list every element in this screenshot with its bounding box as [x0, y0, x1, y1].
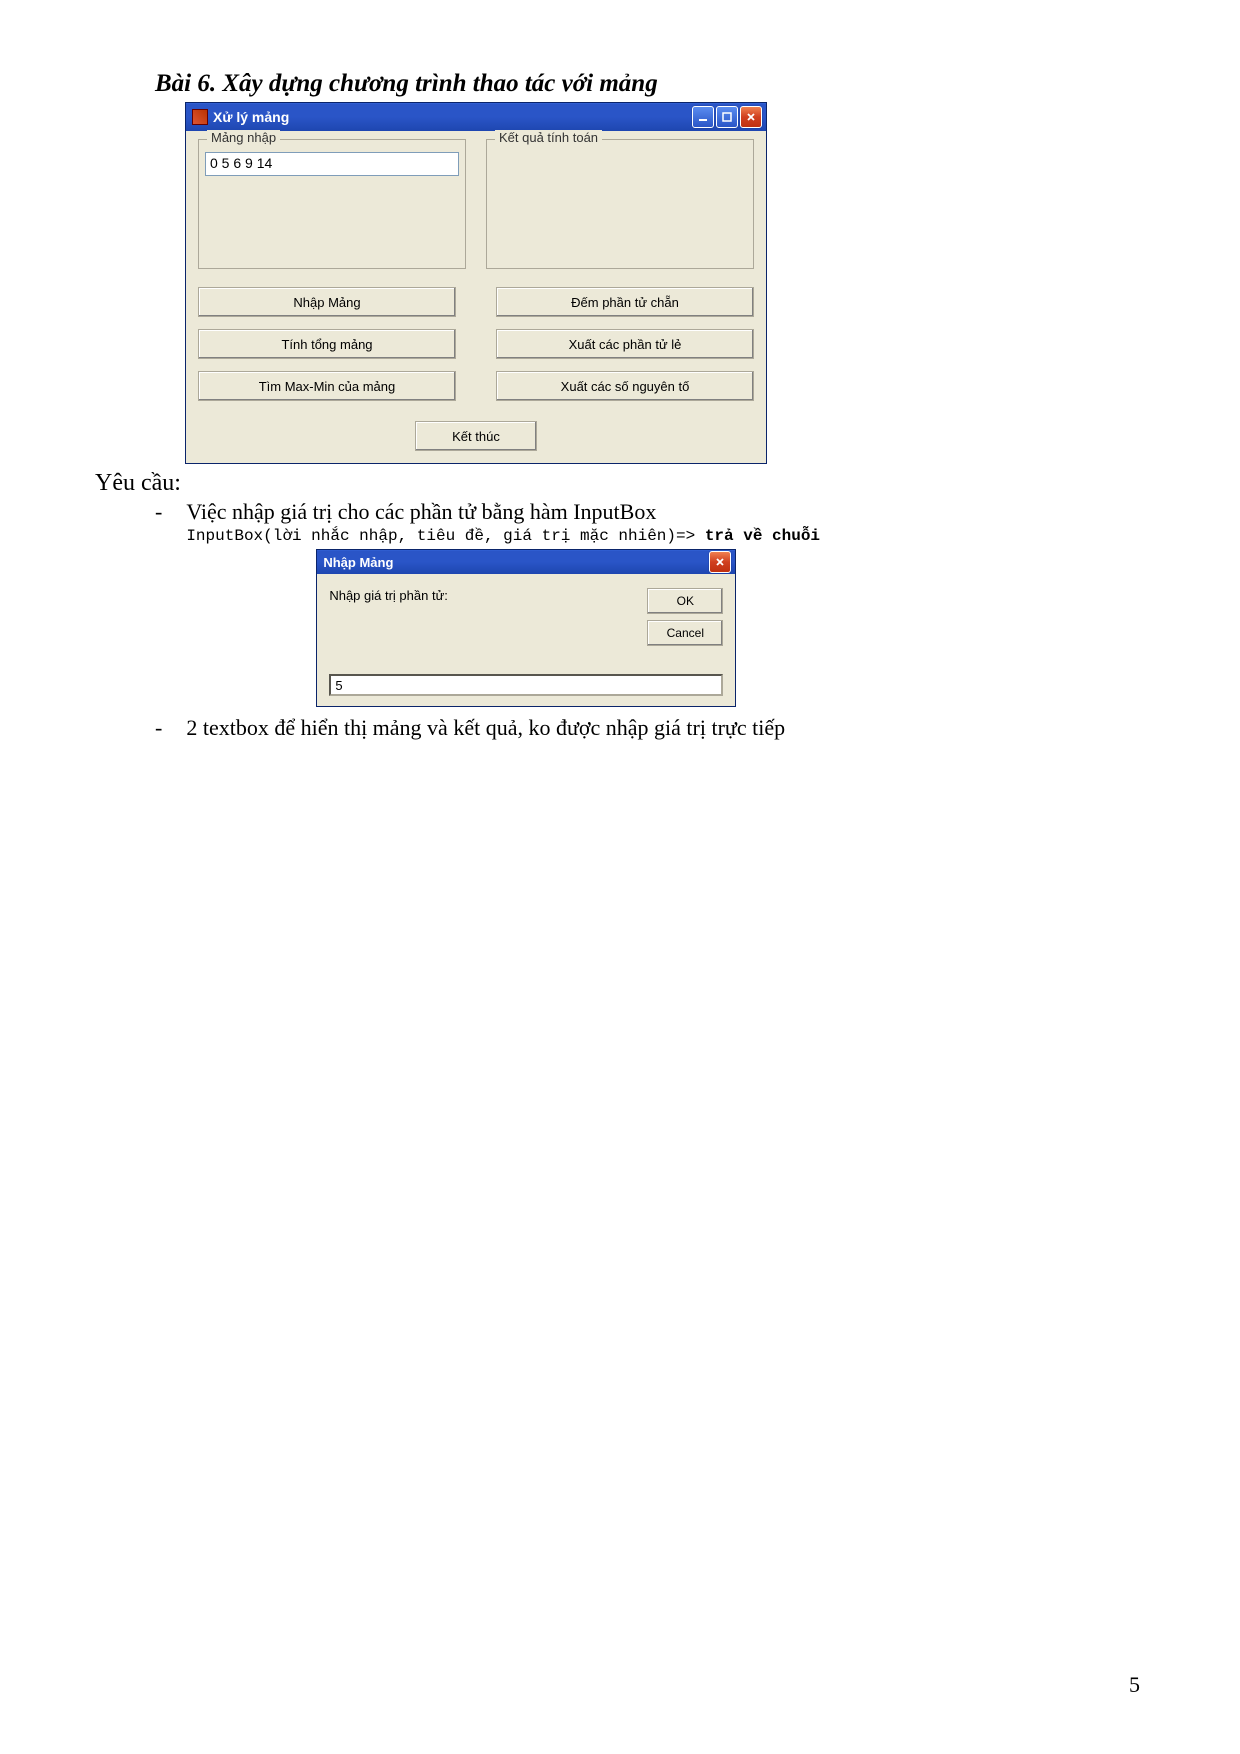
inputbox-window: Nhập Mảng Nhập giá trị phần tử: OK Cance… [316, 549, 736, 707]
input-group-label: Mảng nhập [207, 130, 280, 145]
finish-button[interactable]: Kết thúc [415, 421, 537, 451]
titlebar[interactable]: Xử lý mảng [186, 103, 766, 131]
page-number: 5 [1129, 1672, 1140, 1698]
maxmin-button[interactable]: Tìm Max-Min của mảng [198, 371, 456, 401]
bullet-dash: - [155, 499, 162, 525]
req-2-text: 2 textbox để hiển thị mảng và kết quả, k… [186, 715, 1150, 741]
input-array-textbox[interactable]: 0 5 6 9 14 [205, 152, 459, 176]
inputbox-titlebar[interactable]: Nhập Mảng [317, 550, 735, 574]
input-group: Mảng nhập 0 5 6 9 14 [198, 139, 466, 269]
array-window: Xử lý mảng Mảng nhập 0 5 6 9 14 Kết quả … [185, 102, 767, 464]
bullet-dash: - [155, 715, 162, 741]
output-primes-button[interactable]: Xuất các số nguyên tố [496, 371, 754, 401]
count-even-button[interactable]: Đếm phần tử chẵn [496, 287, 754, 317]
maximize-icon[interactable] [716, 106, 738, 128]
close-icon[interactable] [709, 551, 731, 573]
output-group: Kết quả tính toán [486, 139, 754, 269]
output-odd-button[interactable]: Xuất các phần tử lẻ [496, 329, 754, 359]
ok-button[interactable]: OK [647, 588, 723, 614]
code-line: InputBox(lời nhắc nhập, tiêu đề, giá trị… [186, 527, 1150, 545]
minimize-icon[interactable] [692, 106, 714, 128]
window-title: Xử lý mảng [213, 109, 289, 125]
req-1-text: Việc nhập giá trị cho các phần tử bằng h… [186, 499, 1150, 525]
page-title: Bài 6. Xây dựng chương trình thao tác vớ… [155, 70, 1150, 98]
output-group-label: Kết quả tính toán [495, 130, 602, 145]
requirements-heading: Yêu cầu: [95, 470, 1150, 497]
app-icon [192, 109, 208, 125]
cancel-button[interactable]: Cancel [647, 620, 723, 646]
sum-button[interactable]: Tính tổng mảng [198, 329, 456, 359]
enter-array-button[interactable]: Nhập Mảng [198, 287, 456, 317]
inputbox-value-field[interactable] [329, 674, 723, 696]
close-icon[interactable] [740, 106, 762, 128]
inputbox-prompt: Nhập giá trị phần tử: [329, 588, 637, 646]
inputbox-title: Nhập Mảng [323, 555, 393, 570]
